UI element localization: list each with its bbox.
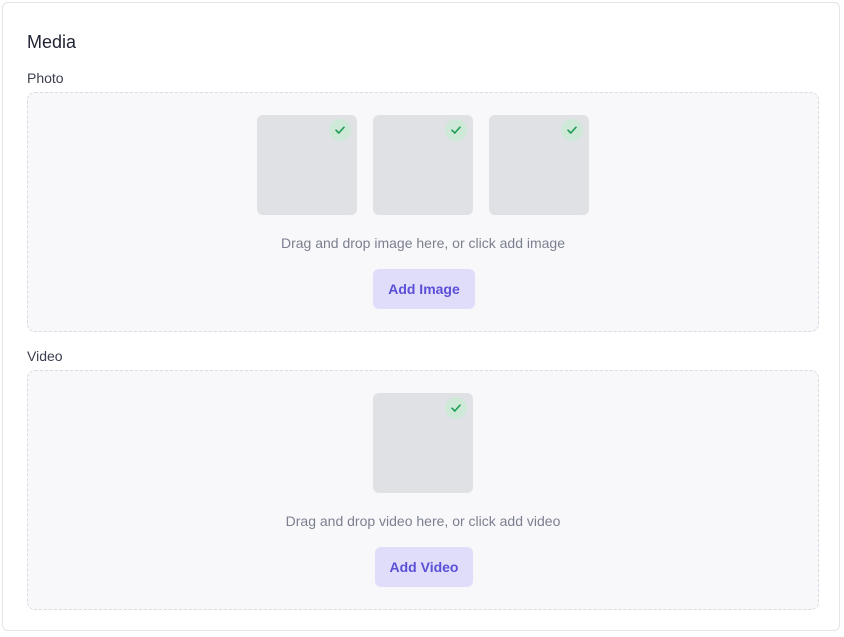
card-title: Media — [27, 32, 77, 52]
photo-thumbnail[interactable] — [257, 115, 357, 215]
check-icon — [445, 397, 467, 419]
photo-thumbnail[interactable] — [489, 115, 589, 215]
check-icon — [329, 119, 351, 141]
check-icon — [445, 119, 467, 141]
add-video-button[interactable]: Add Video — [375, 547, 473, 587]
check-icon — [561, 119, 583, 141]
video-thumbnails — [28, 393, 818, 493]
photo-section-label: Photo — [27, 70, 64, 86]
media-card: Media Photo Drag and drop image here, or… — [2, 2, 840, 631]
photo-thumbnails — [28, 115, 818, 215]
photo-dropzone[interactable]: Drag and drop image here, or click add i… — [27, 92, 819, 332]
video-dropzone[interactable]: Drag and drop video here, or click add v… — [27, 370, 819, 610]
video-thumbnail[interactable] — [373, 393, 473, 493]
add-image-button[interactable]: Add Image — [373, 269, 475, 309]
photo-thumbnail[interactable] — [373, 115, 473, 215]
video-section-label: Video — [27, 348, 63, 364]
photo-dropzone-hint: Drag and drop image here, or click add i… — [280, 235, 566, 251]
video-dropzone-hint: Drag and drop video here, or click add v… — [285, 513, 561, 529]
